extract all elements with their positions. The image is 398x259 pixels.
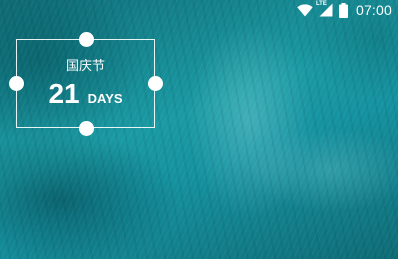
battery-icon [338, 2, 348, 18]
wifi-icon [297, 3, 313, 17]
event-name: 国庆节 [65, 59, 105, 74]
resize-handle-top[interactable] [79, 31, 94, 47]
cellular-signal-icon: LTE [315, 1, 333, 17]
days-unit-label: DAYS [87, 91, 123, 106]
status-clock: 07:00 [355, 2, 392, 18]
countdown-widget[interactable]: 国庆节 21 DAYS [8, 31, 163, 136]
home-screen: LTE 07:00 国庆节 21 DAYS [0, 0, 398, 259]
days-count: 21 [48, 78, 80, 109]
resize-handle-bottom[interactable] [79, 120, 94, 136]
network-type-label: LTE [315, 1, 327, 7]
countdown-row: 21 DAYS [17, 80, 154, 108]
status-bar: LTE 07:00 [297, 0, 398, 20]
